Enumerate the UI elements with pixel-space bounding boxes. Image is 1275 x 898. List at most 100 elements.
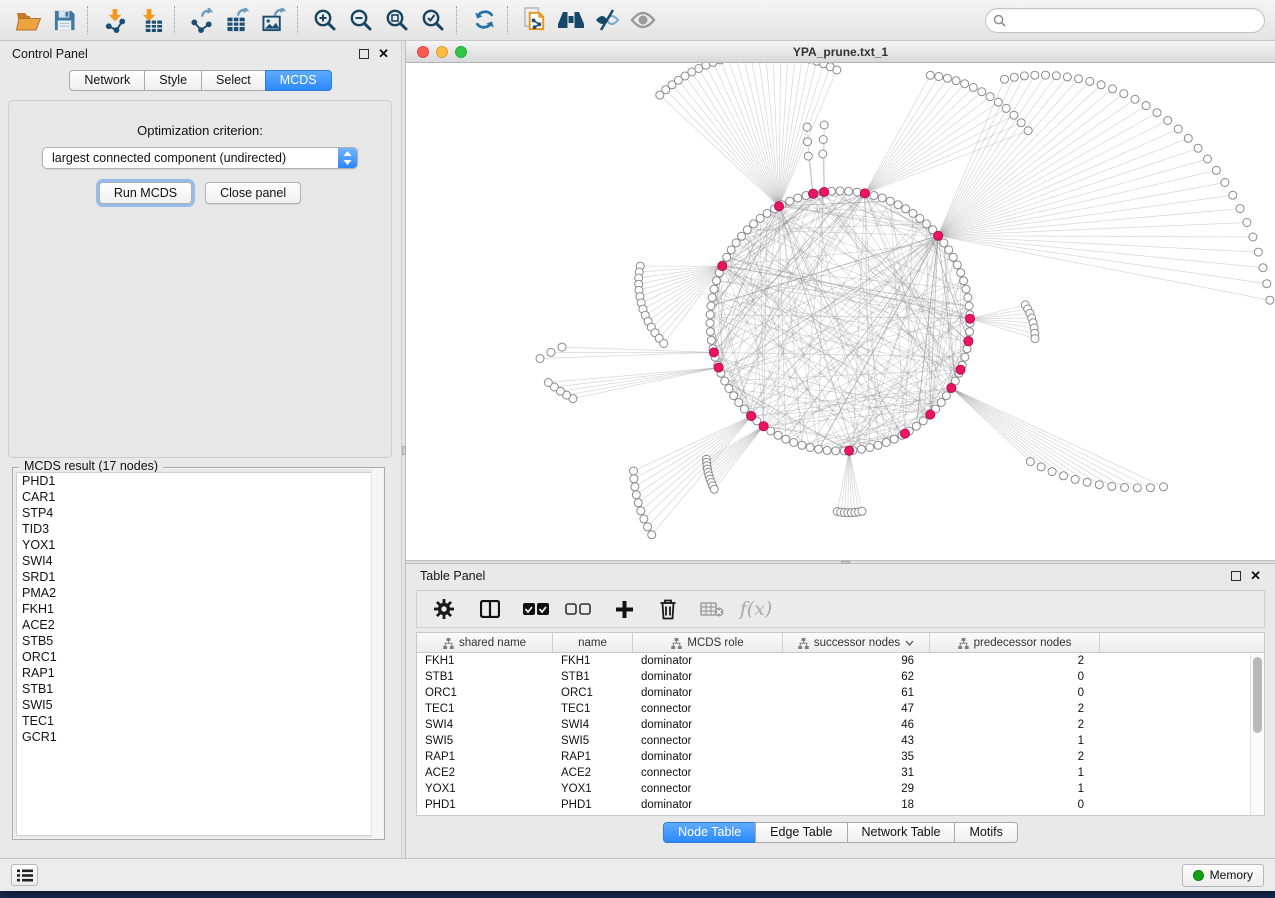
scrollbar-thumb[interactable] <box>1253 657 1262 733</box>
splitter-grip[interactable] <box>841 561 850 564</box>
export-network-icon <box>189 8 215 33</box>
function-builder-button[interactable]: f(x) <box>737 593 775 625</box>
column-header-successor_nodes[interactable]: successor nodes <box>783 633 930 653</box>
table-row[interactable]: SWI5SWI5connector431 <box>417 733 1264 749</box>
run-mcds-button[interactable]: Run MCDS <box>99 182 192 204</box>
hide-selected-button[interactable] <box>589 4 625 36</box>
delete-column-button[interactable] <box>649 593 687 625</box>
network-graph[interactable] <box>406 63 1275 560</box>
mcds-result-item[interactable]: TEC1 <box>17 713 380 729</box>
column-header-mcds_role[interactable]: MCDS role <box>633 633 783 653</box>
zoom-in-button[interactable] <box>307 4 343 36</box>
mcds-result-item[interactable]: PMA2 <box>17 585 380 601</box>
table-row[interactable]: ACE2ACE2connector311 <box>417 765 1264 781</box>
zoom-selected-icon <box>421 8 445 32</box>
eye-icon <box>630 10 656 30</box>
refresh-network-button[interactable] <box>466 4 502 36</box>
table-row[interactable]: PHD1PHD1dominator180 <box>417 797 1264 813</box>
tab-mcds[interactable]: MCDS <box>265 70 332 91</box>
cell-shared_name: STB1 <box>417 671 553 683</box>
column-header-shared_name[interactable]: shared name <box>417 633 553 653</box>
import-table-button[interactable] <box>133 4 169 36</box>
task-history-button[interactable] <box>11 864 38 886</box>
mcds-result-item[interactable]: PHD1 <box>17 473 380 489</box>
mcds-result-item[interactable]: STB1 <box>17 681 380 697</box>
tab-edge-table[interactable]: Edge Table <box>755 822 847 843</box>
float-window-icon[interactable] <box>359 49 369 59</box>
mcds-result-list[interactable]: PHD1CAR1STP4TID3YOX1SWI4SRD1PMA2FKH1ACE2… <box>16 472 381 836</box>
table-row[interactable]: SWI4SWI4dominator462 <box>417 717 1264 733</box>
table-row[interactable]: STB1STB1dominator620 <box>417 669 1264 685</box>
mcds-result-item[interactable]: SWI4 <box>17 553 380 569</box>
table-settings-button[interactable] <box>425 593 463 625</box>
cell-shared_name: SWI5 <box>417 735 553 747</box>
table-row[interactable]: TEC1TEC1connector472 <box>417 701 1264 717</box>
search-input[interactable] <box>1011 13 1257 27</box>
tab-style[interactable]: Style <box>144 70 202 91</box>
zoom-out-button[interactable] <box>343 4 379 36</box>
memory-button[interactable]: Memory <box>1182 864 1264 887</box>
export-image-button[interactable] <box>256 4 292 36</box>
network-window-titlebar[interactable]: YPA_prune.txt_1 <box>406 41 1275 63</box>
export-table-button[interactable] <box>220 4 256 36</box>
zoom-selected-button[interactable] <box>415 4 451 36</box>
toolbar-separator <box>87 6 92 34</box>
mcds-result-item[interactable]: RAP1 <box>17 665 380 681</box>
deselect-all-button[interactable] <box>559 593 597 625</box>
save-session-button[interactable] <box>46 4 82 36</box>
close-panel-icon[interactable]: ✕ <box>1250 571 1261 581</box>
tab-network-table[interactable]: Network Table <box>847 822 956 843</box>
export-network-button[interactable] <box>184 4 220 36</box>
table-row[interactable]: RAP1RAP1dominator352 <box>417 749 1264 765</box>
close-panel-button[interactable]: Close panel <box>205 182 301 204</box>
cell-name: RAP1 <box>553 751 633 763</box>
first-neighbors-button[interactable] <box>553 4 589 36</box>
optimization-criterion-select[interactable]: largest connected component (undirected) <box>42 147 358 169</box>
cell-successor_nodes: 31 <box>783 767 930 779</box>
tab-select[interactable]: Select <box>201 70 266 91</box>
toolbar-search[interactable] <box>985 8 1265 33</box>
mcds-result-item[interactable]: STP4 <box>17 505 380 521</box>
show-columns-button[interactable] <box>471 593 509 625</box>
zoom-traffic-light[interactable] <box>455 46 467 58</box>
mcds-result-item[interactable]: ORC1 <box>17 649 380 665</box>
mcds-result-item[interactable]: CAR1 <box>17 489 380 505</box>
close-panel-icon[interactable]: ✕ <box>378 49 389 59</box>
minimize-traffic-light[interactable] <box>436 46 448 58</box>
create-column-button[interactable] <box>605 593 643 625</box>
mcds-result-item[interactable]: YOX1 <box>17 537 380 553</box>
tab-node-table[interactable]: Node Table <box>663 822 756 843</box>
clone-network-button[interactable] <box>517 4 553 36</box>
close-traffic-light[interactable] <box>417 46 429 58</box>
cell-mcds_role: connector <box>633 783 783 795</box>
open-folder-icon <box>15 9 42 32</box>
table-row[interactable]: YOX1YOX1connector291 <box>417 781 1264 797</box>
select-all-button[interactable] <box>517 593 555 625</box>
mcds-list-scrollbar[interactable] <box>371 469 383 838</box>
control-panel-title: Control Panel <box>12 47 88 61</box>
table-row[interactable]: FKH1FKH1dominator962 <box>417 653 1264 669</box>
mcds-result-item[interactable]: SWI5 <box>17 697 380 713</box>
show-all-button[interactable] <box>625 4 661 36</box>
table-scrollbar[interactable] <box>1250 654 1264 815</box>
mcds-result-item[interactable]: GCR1 <box>17 729 380 745</box>
tab-motifs[interactable]: Motifs <box>954 822 1017 843</box>
horizontal-splitter[interactable] <box>406 560 1275 564</box>
zoom-fit-button[interactable] <box>379 4 415 36</box>
tab-network[interactable]: Network <box>69 70 145 91</box>
table-row[interactable]: ORC1ORC1dominator610 <box>417 685 1264 701</box>
open-file-button[interactable] <box>10 4 46 36</box>
network-canvas[interactable] <box>406 63 1275 560</box>
column-header-name[interactable]: name <box>553 633 633 653</box>
zoom-fit-icon <box>385 8 409 32</box>
criterion-selected-value: largest connected component (undirected) <box>52 151 286 165</box>
mcds-result-item[interactable]: TID3 <box>17 521 380 537</box>
delete-table-button[interactable] <box>693 593 731 625</box>
mcds-result-item[interactable]: ACE2 <box>17 617 380 633</box>
float-window-icon[interactable] <box>1231 571 1241 581</box>
mcds-result-item[interactable]: STB5 <box>17 633 380 649</box>
column-header-predecessor_nodes[interactable]: predecessor nodes <box>930 633 1100 653</box>
mcds-result-item[interactable]: SRD1 <box>17 569 380 585</box>
mcds-result-item[interactable]: FKH1 <box>17 601 380 617</box>
import-network-button[interactable] <box>97 4 133 36</box>
